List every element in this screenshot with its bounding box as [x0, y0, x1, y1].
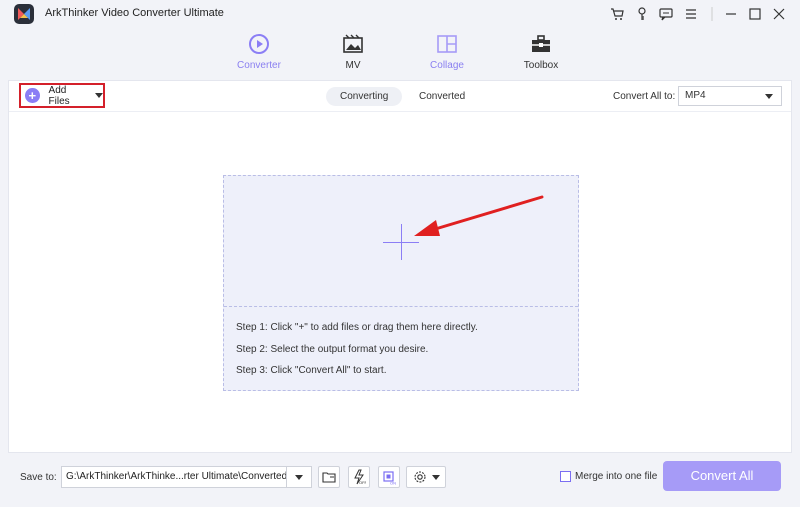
drop-zone-divider	[224, 306, 578, 307]
app-logo-icon	[14, 4, 34, 24]
step-1-text: Step 1: Click "+" to add files or drag t…	[236, 322, 478, 333]
step-2-text: Step 2: Select the output format you des…	[236, 344, 429, 355]
add-plus-icon-vertical[interactable]	[401, 224, 402, 260]
convert-all-button[interactable]: Convert All	[663, 461, 781, 491]
divider	[703, 5, 721, 23]
nav-mv-label: MV	[345, 60, 361, 71]
gpu-on-icon: ON	[383, 471, 396, 486]
nav-mv[interactable]: MV	[313, 32, 393, 76]
save-path-value: G:\ArkThinker\ArkThinke...rter Ultimate\…	[66, 471, 288, 482]
lightning-off-icon: OFF	[354, 469, 366, 485]
feedback-icon[interactable]	[657, 5, 675, 23]
menu-icon[interactable]	[682, 5, 700, 23]
merge-label[interactable]: Merge into one file	[575, 471, 657, 482]
toolbar-divider	[9, 111, 791, 112]
gpu-acceleration-on-button[interactable]: ON	[378, 466, 400, 488]
nav-toolbox-label: Toolbox	[523, 60, 559, 71]
gear-icon	[414, 471, 426, 483]
svg-text:ON: ON	[390, 481, 396, 486]
chevron-down-icon[interactable]	[95, 93, 103, 98]
merge-checkbox[interactable]	[560, 471, 571, 482]
maximize-icon[interactable]	[746, 5, 764, 23]
tab-converted[interactable]: Converted	[405, 87, 479, 106]
converter-icon	[249, 34, 269, 54]
close-icon[interactable]	[770, 5, 788, 23]
save-to-label: Save to:	[20, 472, 57, 483]
collage-icon	[437, 35, 457, 53]
output-format-select[interactable]: MP4	[678, 86, 782, 106]
converter-panel: + Add Files Converting Converted Convert…	[8, 80, 792, 453]
app-title: ArkThinker Video Converter Ultimate	[45, 7, 224, 19]
title-bar: ArkThinker Video Converter Ultimate	[0, 0, 800, 28]
chevron-down-icon[interactable]	[295, 475, 303, 480]
add-files-button[interactable]: + Add Files	[19, 83, 105, 108]
nav-collage[interactable]: Collage	[407, 32, 487, 76]
step-3-text: Step 3: Click "Convert All" to start.	[236, 365, 387, 376]
key-icon[interactable]	[633, 5, 651, 23]
plus-circle-icon: +	[25, 88, 40, 103]
mv-icon	[343, 34, 363, 53]
drop-zone[interactable]: Step 1: Click "+" to add files or drag t…	[223, 175, 579, 391]
nav-converter-label: Converter	[237, 60, 281, 71]
tab-converting[interactable]: Converting	[326, 87, 403, 106]
cart-icon[interactable]	[608, 5, 626, 23]
save-path-select[interactable]: G:\ArkThinker\ArkThinke...rter Ultimate\…	[61, 466, 312, 488]
nav-collage-label: Collage	[430, 60, 464, 71]
minimize-icon[interactable]	[722, 5, 740, 23]
toolbox-icon	[532, 35, 550, 52]
nav-toolbox[interactable]: Toolbox	[501, 32, 581, 76]
svg-text:OFF: OFF	[359, 480, 366, 485]
chevron-down-icon	[432, 474, 440, 480]
output-format-value: MP4	[685, 90, 706, 101]
nav-converter[interactable]: Converter	[219, 32, 299, 76]
settings-button[interactable]	[406, 466, 446, 488]
open-folder-button[interactable]	[318, 466, 340, 488]
add-files-label: Add Files	[48, 84, 70, 107]
save-path-separator	[286, 467, 287, 487]
convert-all-to-label: Convert All to:	[613, 91, 676, 102]
folder-icon	[322, 472, 336, 483]
chevron-down-icon	[765, 94, 773, 99]
hardware-acceleration-off-button[interactable]: OFF	[348, 466, 370, 488]
